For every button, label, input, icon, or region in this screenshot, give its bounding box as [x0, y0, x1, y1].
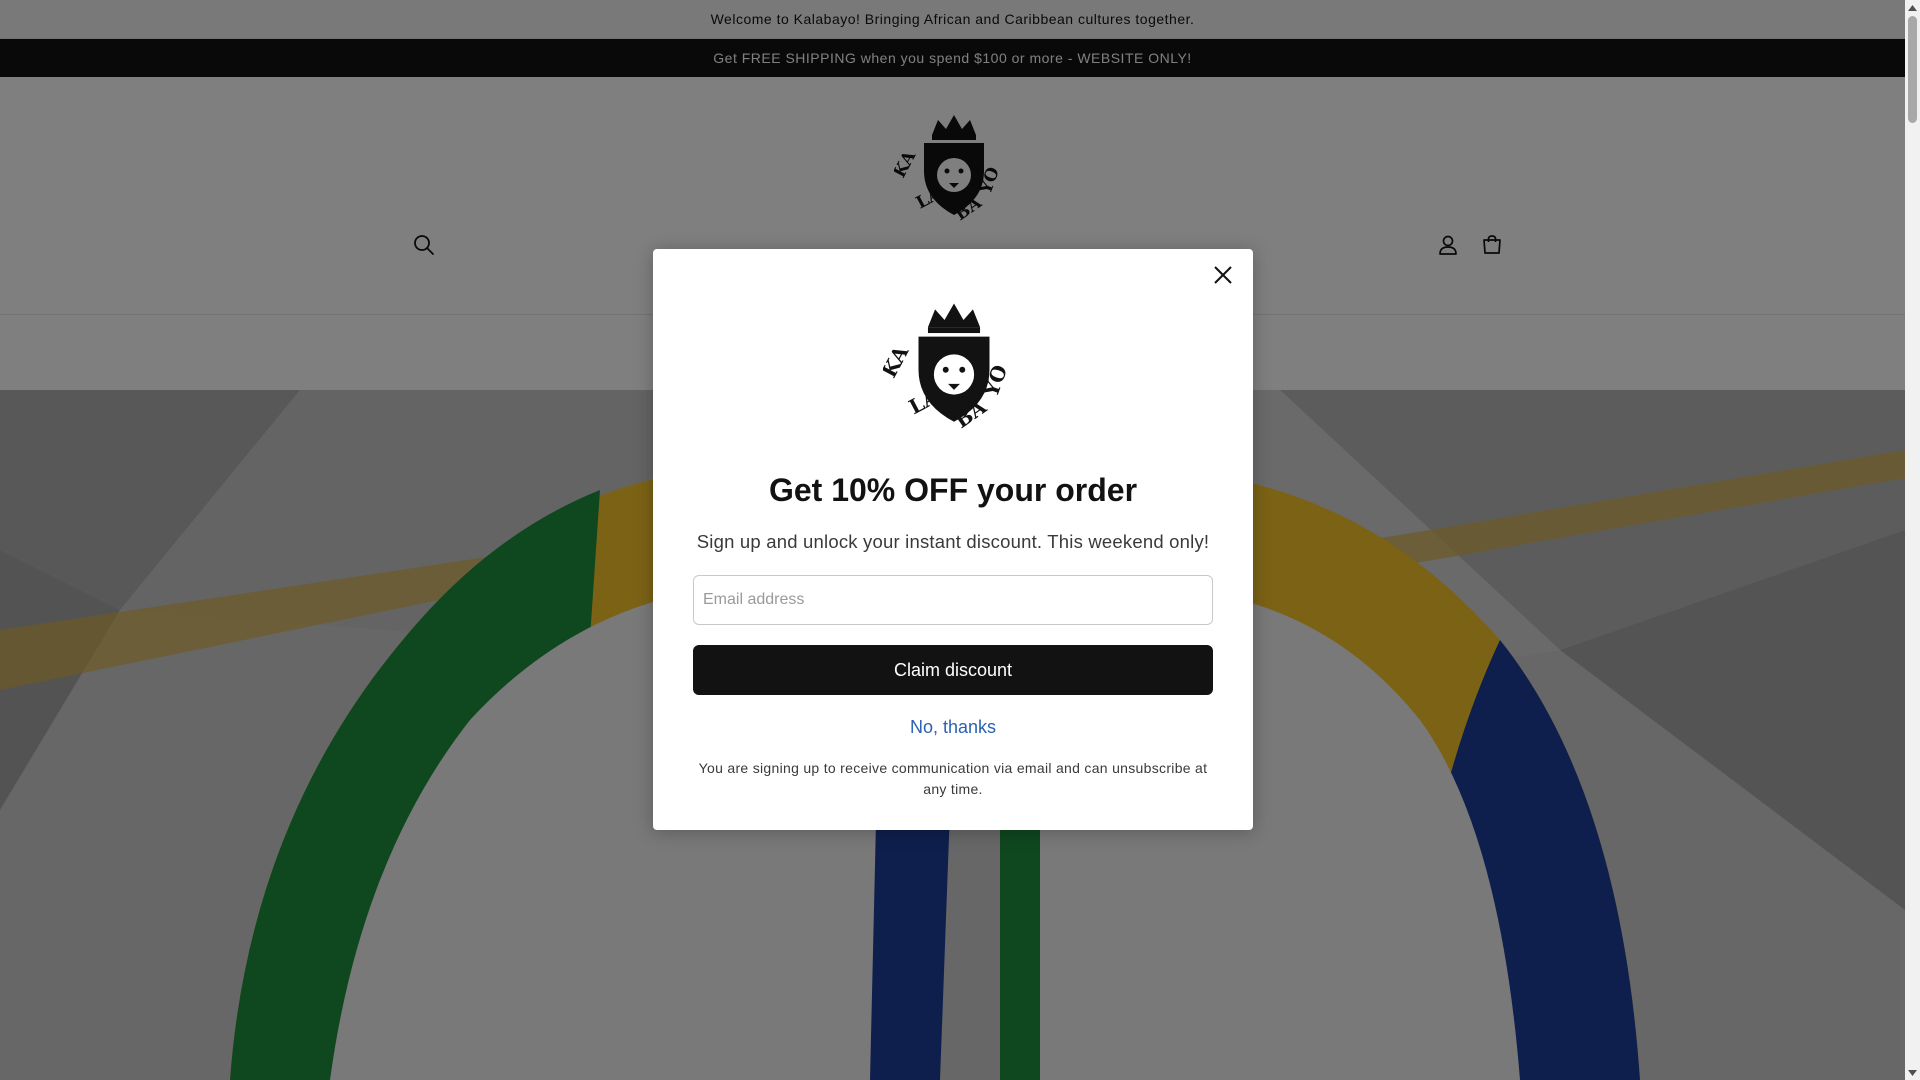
- claim-discount-button[interactable]: Claim discount: [693, 645, 1213, 695]
- store-page: Welcome to Kalabayo! Bringing African an…: [0, 0, 1905, 1080]
- vertical-scrollbar[interactable]: [1905, 0, 1920, 1080]
- popup-logo: KA LA BA YO: [883, 303, 1012, 433]
- close-icon: [1214, 266, 1232, 284]
- no-thanks-link[interactable]: No, thanks: [653, 717, 1253, 738]
- discount-popup: KA LA BA YO Get 10% OFF your order Sign …: [653, 249, 1253, 830]
- scrollbar-thumb[interactable]: [1908, 16, 1917, 123]
- email-input[interactable]: [693, 575, 1213, 625]
- popup-subtitle: Sign up and unlock your instant discount…: [696, 531, 1210, 552]
- scroll-down-arrow-icon[interactable]: [1905, 1065, 1920, 1080]
- scroll-up-arrow-icon[interactable]: [1905, 0, 1920, 15]
- svg-text:KA: KA: [883, 341, 913, 381]
- popup-close-button[interactable]: [1207, 259, 1239, 291]
- popup-title: Get 10% OFF your order: [768, 472, 1138, 508]
- legal-disclaimer: You are signing up to receive communicat…: [698, 760, 1208, 797]
